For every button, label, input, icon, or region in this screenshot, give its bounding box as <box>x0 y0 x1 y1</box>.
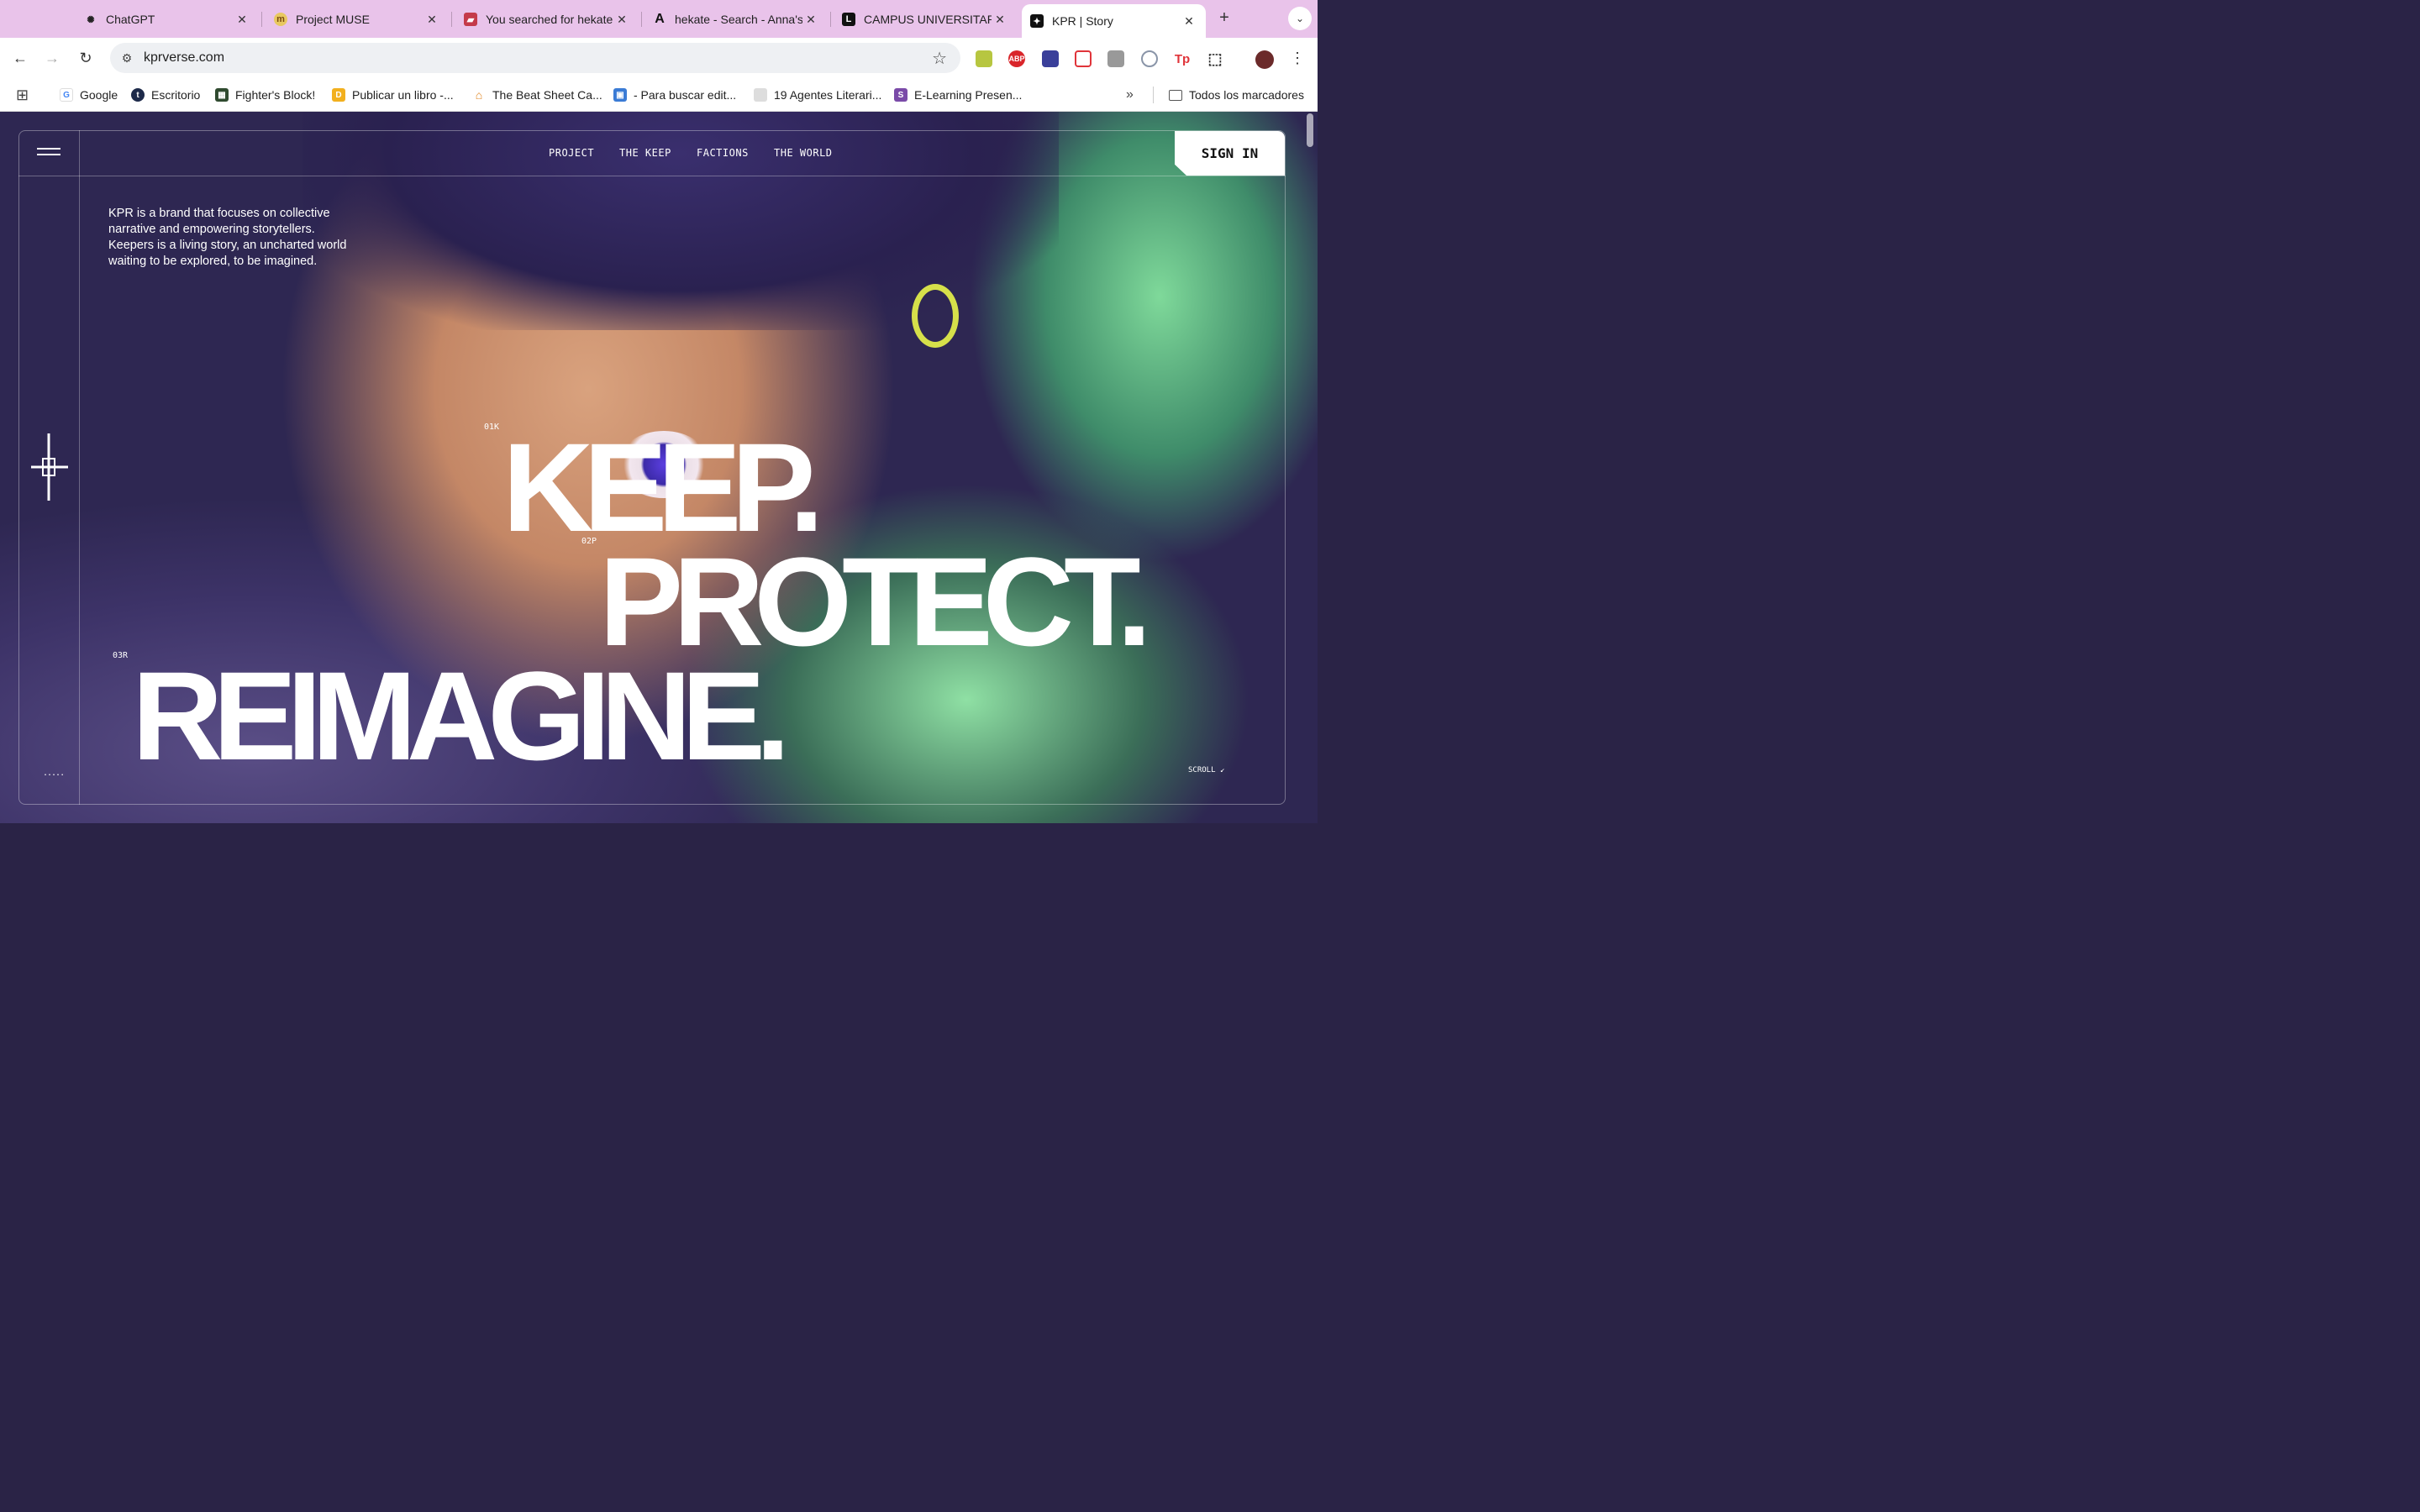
browser-toolbar: ← → ↻ ⚙ kprverse.com ☆ ABP Tp ⬚ ⋮ <box>0 38 1318 78</box>
tab-title: Project MUSE <box>296 13 370 26</box>
browser-window: ✺ ChatGPT ✕ m Project MUSE ✕ ▰ You searc… <box>0 0 1318 823</box>
new-tab-button[interactable]: + <box>1215 8 1234 29</box>
tab-chatgpt[interactable]: ✺ ChatGPT ✕ <box>76 5 259 34</box>
sidebar-divider <box>79 130 80 805</box>
close-icon[interactable]: ✕ <box>613 13 630 27</box>
extension-icon[interactable] <box>976 50 992 67</box>
page-scrollbar[interactable] <box>1307 113 1313 147</box>
scroll-indicator[interactable]: SCROLL ↙ <box>1188 766 1224 774</box>
annas-archive-icon: A <box>655 12 665 26</box>
extension-icon[interactable] <box>1107 50 1124 67</box>
bookmark-label: E-Learning Presen... <box>914 88 1023 102</box>
close-icon[interactable]: ✕ <box>234 13 250 27</box>
tab-strip: ✺ ChatGPT ✕ m Project MUSE ✕ ▰ You searc… <box>0 0 1318 38</box>
book-icon: ▰ <box>464 13 477 26</box>
bookmark-label: Publicar un libro -... <box>352 88 454 102</box>
bookmark-label: Todos los marcadores <box>1189 88 1304 102</box>
tab-search-button[interactable]: ⌄ <box>1288 7 1312 30</box>
reload-button[interactable]: ↻ <box>76 48 96 68</box>
fighters-block-icon: ▦ <box>215 88 229 102</box>
apps-grid-icon[interactable]: ⊞ <box>16 87 29 103</box>
address-bar[interactable]: ⚙ kprverse.com ☆ <box>110 43 960 73</box>
editorial-icon: ▣ <box>613 88 627 102</box>
bookmark-label: Fighter's Block! <box>235 88 316 102</box>
nav-factions[interactable]: FACTIONS <box>697 147 749 159</box>
headline-tag-02p: 02P <box>581 537 597 546</box>
sign-in-button[interactable]: SIGN IN <box>1175 131 1285 176</box>
bookmarks-bar: ⊞ G Google t Escritorio ▦ Fighter's Bloc… <box>0 78 1318 112</box>
kpr-story-page: PROJECT THE KEEP FACTIONS THE WORLD SIGN… <box>0 112 1318 823</box>
forward-button[interactable]: → <box>42 48 62 68</box>
bookmarks-divider <box>1153 87 1154 103</box>
bookmark-star-icon[interactable]: ☆ <box>932 48 947 69</box>
tab-title: ChatGPT <box>106 13 155 26</box>
pagination-dots[interactable]: ..... <box>43 769 65 778</box>
headline-tag-01k: 01K <box>484 423 500 432</box>
menu-icon[interactable]: ⋮ <box>1287 48 1307 68</box>
close-icon[interactable]: ✕ <box>992 13 1008 27</box>
nav-the-world[interactable]: THE WORLD <box>774 147 833 159</box>
tab-hekate-search[interactable]: ▰ You searched for hekate ✕ <box>455 5 639 34</box>
bookmark-label: Google <box>80 88 118 102</box>
close-icon[interactable]: ✕ <box>424 13 440 27</box>
bookmark-beat-sheet[interactable]: ⌂ The Beat Sheet Ca... <box>472 87 602 103</box>
tab-project-muse[interactable]: m Project MUSE ✕ <box>266 5 449 34</box>
bookmark-agentes[interactable]: 19 Agentes Literari... <box>754 87 881 103</box>
scroll-label: SCROLL <box>1188 766 1216 774</box>
tp-extension-icon[interactable]: Tp <box>1174 50 1191 67</box>
bookmark-label: - Para buscar edit... <box>634 88 737 102</box>
site-settings-icon[interactable]: ⚙ <box>118 50 135 66</box>
crosshair-icon <box>31 433 68 501</box>
adblock-plus-icon[interactable]: ABP <box>1008 50 1025 67</box>
beat-sheet-icon: ⌂ <box>475 88 483 102</box>
bookmark-label: The Beat Sheet Ca... <box>492 88 602 102</box>
elearning-icon: S <box>894 88 908 102</box>
bookmark-fighters-block[interactable]: ▦ Fighter's Block! <box>215 87 315 103</box>
chatgpt-icon: ✺ <box>87 14 95 25</box>
publish-icon: D <box>332 88 345 102</box>
avatar[interactable] <box>1255 50 1274 69</box>
google-icon: G <box>60 88 73 102</box>
headline-tag-03r: 03R <box>113 651 129 660</box>
hamburger-menu-icon[interactable] <box>37 148 60 158</box>
puzzle-icon[interactable]: ⬚ <box>1207 50 1223 67</box>
bookmark-google[interactable]: G Google <box>60 87 118 103</box>
bookmark-label: Escritorio <box>151 88 201 102</box>
intro-text: KPR is a brand that focuses on collectiv… <box>108 207 347 268</box>
close-icon[interactable]: ✕ <box>802 13 819 27</box>
bookmark-editoriales[interactable]: ▣ - Para buscar edit... <box>613 87 736 103</box>
close-icon[interactable]: ✕ <box>1181 14 1197 29</box>
tab-title: You searched for hekate <box>486 13 613 26</box>
agents-icon <box>754 88 767 102</box>
bookmark-elearning[interactable]: S E-Learning Presen... <box>894 87 1022 103</box>
more-bookmarks-chevron-icon[interactable]: » <box>1126 87 1134 103</box>
image-extension-icon[interactable] <box>1075 50 1092 67</box>
bookmark-label: 19 Agentes Literari... <box>774 88 882 102</box>
nav-project[interactable]: PROJECT <box>549 147 594 159</box>
campus-icon: L <box>842 13 855 26</box>
extension-icon[interactable] <box>1042 50 1059 67</box>
back-button[interactable]: ← <box>10 48 30 68</box>
tab-title: hekate - Search - Anna's <box>675 13 802 26</box>
bookmark-escritorio[interactable]: t Escritorio <box>131 87 200 103</box>
all-bookmarks-folder[interactable]: Todos los marcadores <box>1169 87 1304 103</box>
tab-kpr-story[interactable]: ✦ KPR | Story ✕ <box>1022 4 1206 38</box>
tab-title: CAMPUS UNIVERSITARIO <box>864 13 992 26</box>
nav-the-keep[interactable]: THE KEEP <box>619 147 671 159</box>
shield-icon[interactable] <box>1141 50 1158 67</box>
tumblr-icon: t <box>131 88 145 102</box>
tab-campus[interactable]: L CAMPUS UNIVERSITARIO ✕ <box>834 5 1017 34</box>
scroll-arrow-icon: ↙ <box>1219 766 1225 774</box>
tab-title: KPR | Story <box>1052 14 1113 28</box>
folder-icon <box>1169 89 1182 101</box>
project-muse-icon: m <box>274 13 287 26</box>
bookmark-publicar[interactable]: D Publicar un libro -... <box>332 87 454 103</box>
url-text: kprverse.com <box>144 50 225 65</box>
headline-reimagine: REIMAGINE. <box>132 645 791 786</box>
tab-annas-archive[interactable]: A hekate - Search - Anna's ✕ <box>644 5 828 34</box>
kpr-icon: ✦ <box>1030 14 1044 28</box>
